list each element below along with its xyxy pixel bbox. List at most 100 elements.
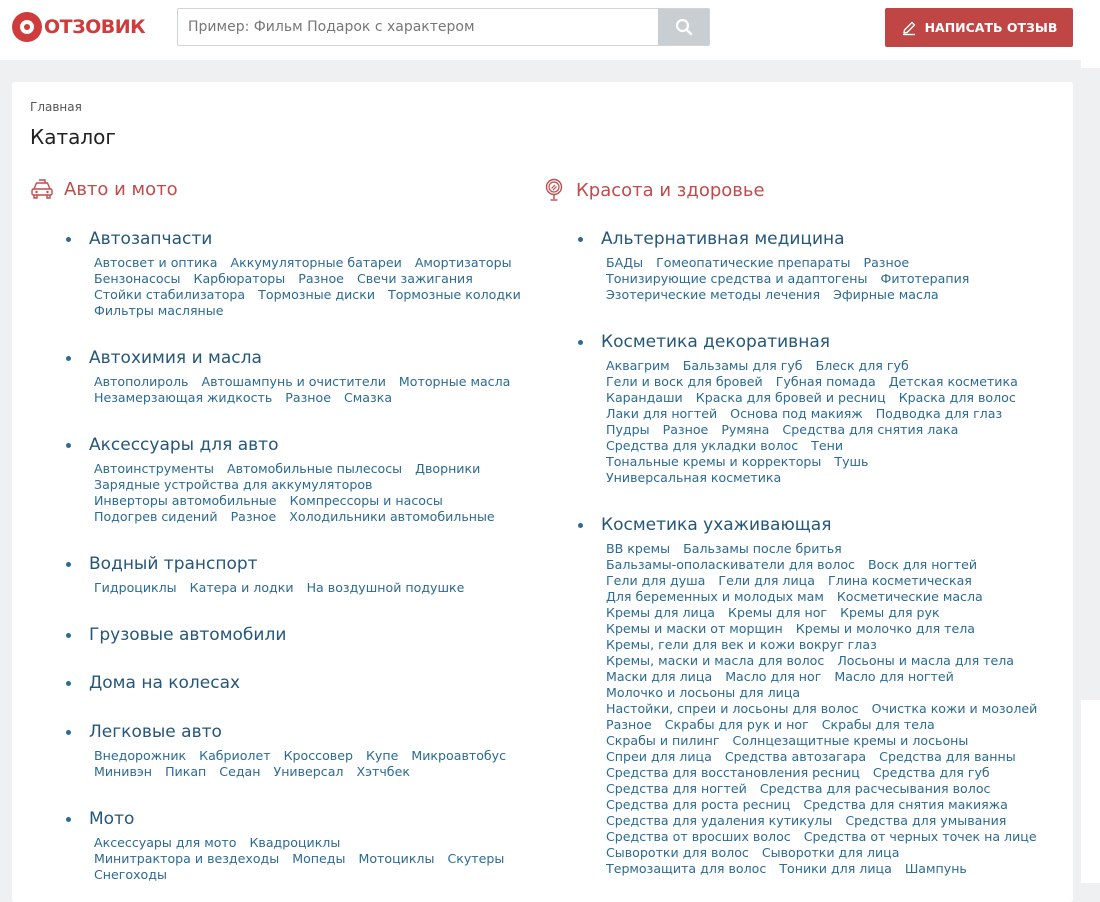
subcategory-title[interactable]: Легковые авто xyxy=(89,722,222,742)
tag-link[interactable]: Разное xyxy=(606,717,652,732)
tag-link[interactable]: Молочко и лосьоны для лица xyxy=(606,685,800,700)
tag-link[interactable]: БАДы xyxy=(606,255,643,270)
tag-link[interactable]: Гели и воск для бровей xyxy=(606,374,763,389)
tag-link[interactable]: Мопеды xyxy=(292,851,345,866)
tag-link[interactable]: Маски для лица xyxy=(606,669,712,684)
tag-link[interactable]: Настойки, спреи и лосьоны для волос xyxy=(606,701,859,716)
subcategory-title[interactable]: Аксессуары для авто xyxy=(89,435,278,455)
tag-link[interactable]: Кремы и молочко для тела xyxy=(796,621,975,636)
tag-link[interactable]: Кремы, маски и масла для волос xyxy=(606,653,824,668)
tag-link[interactable]: Косметические масла xyxy=(837,589,983,604)
tag-link[interactable]: Солнцезащитные кремы и лосьоны xyxy=(733,733,969,748)
tag-link[interactable]: Кремы, гели для век и кожи вокруг глаз xyxy=(606,637,877,652)
tag-link[interactable]: Разное xyxy=(298,271,344,286)
category-title[interactable]: Красота и здоровье xyxy=(576,180,765,201)
tag-link[interactable]: Аквагрим xyxy=(606,358,670,373)
tag-link[interactable]: Снегоходы xyxy=(94,867,167,882)
tag-link[interactable]: Пудры xyxy=(606,422,650,437)
subcategory-title[interactable]: Дома на колесах xyxy=(89,673,240,693)
tag-link[interactable]: Основа под макияж xyxy=(730,406,863,421)
tag-link[interactable]: Средства для снятия макияжа xyxy=(803,797,1007,812)
tag-link[interactable]: Аккумуляторные батареи xyxy=(231,255,402,270)
tag-link[interactable]: Амортизаторы xyxy=(415,255,512,270)
tag-link[interactable]: Хэтчбек xyxy=(356,764,409,779)
tag-link[interactable]: Кроссовер xyxy=(284,748,353,763)
tag-link[interactable]: Гели для душа xyxy=(606,573,705,588)
tag-link[interactable]: Кремы для лица xyxy=(606,605,715,620)
tag-link[interactable]: Автополироль xyxy=(94,374,188,389)
tag-link[interactable]: Бальзамы для губ xyxy=(683,358,803,373)
tag-link[interactable]: Универсальная косметика xyxy=(606,470,781,485)
tag-link[interactable]: Автомобильные пылесосы xyxy=(227,461,402,476)
tag-link[interactable]: Холодильники автомобильные xyxy=(289,509,494,524)
tag-link[interactable]: Средства для восстановления ресниц xyxy=(606,765,860,780)
tag-link[interactable]: На воздушной подушке xyxy=(307,580,465,595)
tag-link[interactable]: Тормозные колодки xyxy=(388,287,521,302)
tag-link[interactable]: Краска для бровей и ресниц xyxy=(696,390,886,405)
tag-link[interactable]: Средства для губ xyxy=(873,765,990,780)
tag-link[interactable]: Универсал xyxy=(274,764,344,779)
tag-link[interactable]: Карбюраторы xyxy=(194,271,286,286)
tag-link[interactable]: Средства для снятия лака xyxy=(782,422,958,437)
tag-link[interactable]: Средства для роста ресниц xyxy=(606,797,790,812)
tag-link[interactable]: Карандаши xyxy=(606,390,683,405)
tag-link[interactable]: Детская косметика xyxy=(889,374,1018,389)
site-logo[interactable]: ОТЗОВИК xyxy=(12,10,146,44)
tag-link[interactable]: Средства для умывания xyxy=(845,813,1006,828)
tag-link[interactable]: Эзотерические методы лечения xyxy=(606,287,820,302)
tag-link[interactable]: Блеск для губ xyxy=(816,358,909,373)
tag-link[interactable]: Разное xyxy=(863,255,909,270)
tag-link[interactable]: Скрабы для рук и ног xyxy=(665,717,809,732)
tag-link[interactable]: Гомеопатические препараты xyxy=(656,255,850,270)
tag-link[interactable]: Смазка xyxy=(344,390,392,405)
tag-link[interactable]: Катера и лодки xyxy=(190,580,294,595)
tag-link[interactable]: Мотоциклы xyxy=(358,851,434,866)
tag-link[interactable]: Кремы для ног xyxy=(728,605,827,620)
tag-link[interactable]: Средства для ванны xyxy=(879,749,1016,764)
tag-link[interactable]: Свечи зажигания xyxy=(357,271,473,286)
tag-link[interactable]: Скрабы и пилинг xyxy=(606,733,720,748)
tag-link[interactable]: Кремы для рук xyxy=(840,605,940,620)
tag-link[interactable]: Кремы и маски от морщин xyxy=(606,621,783,636)
tag-link[interactable]: Румяна xyxy=(721,422,769,437)
breadcrumb[interactable]: Главная xyxy=(30,100,82,114)
tag-link[interactable]: Купе xyxy=(366,748,398,763)
tag-link[interactable]: Фильтры масляные xyxy=(94,303,223,318)
tag-link[interactable]: Для беременных и молодых мам xyxy=(606,589,824,604)
tag-link[interactable]: Лаки для ногтей xyxy=(606,406,717,421)
tag-link[interactable]: Пикап xyxy=(165,764,206,779)
tag-link[interactable]: Средства автозагара xyxy=(725,749,866,764)
tag-link[interactable]: Незамерзающая жидкость xyxy=(94,390,272,405)
tag-link[interactable]: Седан xyxy=(219,764,260,779)
tag-link[interactable]: Аксессуары для мото xyxy=(94,835,236,850)
tag-link[interactable]: Скутеры xyxy=(447,851,504,866)
tag-link[interactable]: Тоники для лица xyxy=(779,861,891,876)
tag-link[interactable]: Средства для расчесывания волос xyxy=(760,781,991,796)
search-input[interactable] xyxy=(178,9,660,45)
tag-link[interactable]: Бальзамы после бритья xyxy=(683,541,842,556)
tag-link[interactable]: Разное xyxy=(285,390,331,405)
subcategory-title[interactable]: Грузовые автомобили xyxy=(89,625,286,645)
tag-link[interactable]: Кабриолет xyxy=(199,748,270,763)
tag-link[interactable]: Автосвет и оптика xyxy=(94,255,217,270)
subcategory-title[interactable]: Водный транспорт xyxy=(89,554,258,574)
tag-link[interactable]: Бензонасосы xyxy=(94,271,180,286)
tag-link[interactable]: Масло для ног xyxy=(725,669,821,684)
tag-link[interactable]: Дворники xyxy=(415,461,480,476)
tag-link[interactable]: Автоинструменты xyxy=(94,461,214,476)
tag-link[interactable]: Тушь xyxy=(834,454,868,469)
tag-link[interactable]: Микроавтобус xyxy=(411,748,506,763)
tag-link[interactable]: Лосьоны и масла для тела xyxy=(837,653,1014,668)
tag-link[interactable]: Сыворотки для лица xyxy=(762,845,900,860)
write-review-button[interactable]: НАПИСАТЬ ОТЗЫВ xyxy=(885,8,1073,47)
tag-link[interactable]: Моторные масла xyxy=(399,374,510,389)
tag-link[interactable]: Подогрев сидений xyxy=(94,509,218,524)
tag-link[interactable]: Средства для ногтей xyxy=(606,781,747,796)
subcategory-title[interactable]: Мото xyxy=(89,809,134,829)
tag-link[interactable]: Очистка кожи и мозолей xyxy=(872,701,1038,716)
tag-link[interactable]: Губная помада xyxy=(776,374,876,389)
subcategory-title[interactable]: Автохимия и масла xyxy=(89,348,262,368)
tag-link[interactable]: Спреи для лица xyxy=(606,749,712,764)
tag-link[interactable]: Минитрактора и вездеходы xyxy=(94,851,279,866)
subcategory-title[interactable]: Косметика декоративная xyxy=(601,332,830,352)
